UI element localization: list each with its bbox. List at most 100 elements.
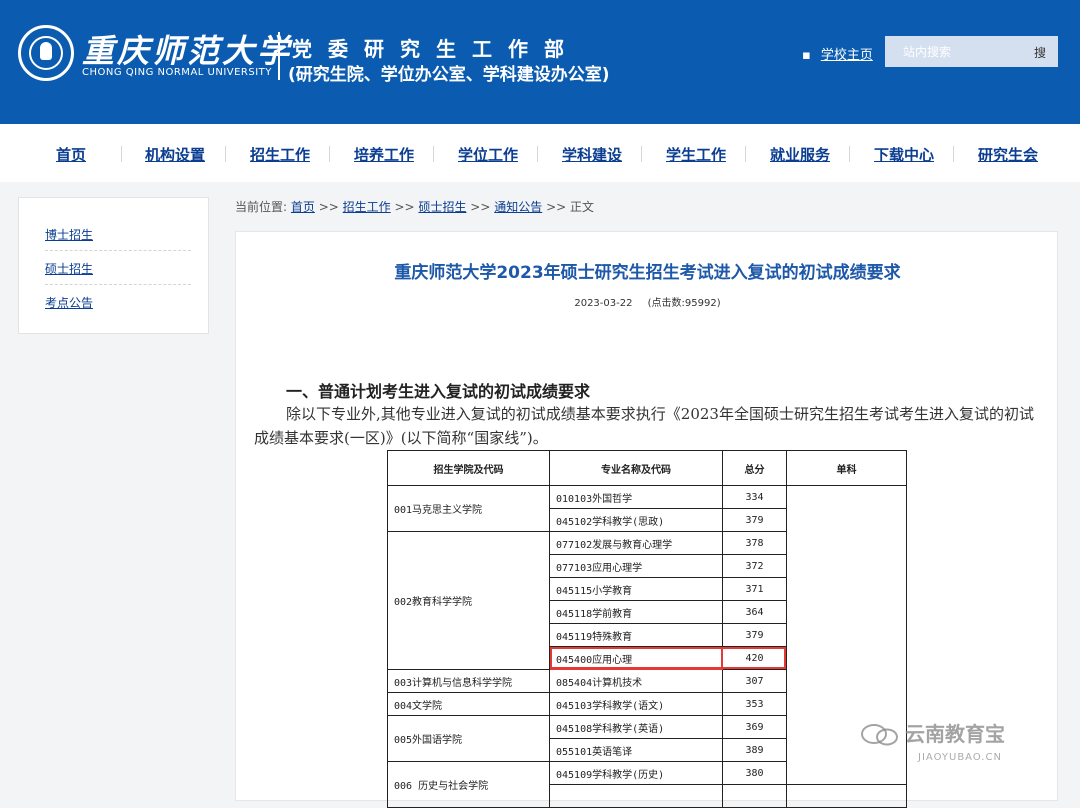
nav-discipline[interactable]: 学科建设 [562,144,622,165]
sidebar-item-exam-notices[interactable]: 考点公告 [45,294,93,311]
college-cell: 005外国语学院 [387,715,550,762]
total-score-cell: 379 [722,623,787,647]
nav-divider [849,146,850,162]
sidebar-item-masters[interactable]: 硕士招生 [45,260,93,277]
nav-divider [433,146,434,162]
column-header-college: 招生学院及代码 [387,450,550,486]
article-title: 重庆师范大学2023年硕士研究生招生考试进入复试的初试成绩要求 [394,263,901,283]
total-score-cell [722,784,787,808]
nav-home[interactable]: 首页 [56,144,86,165]
total-score-cell: 380 [722,761,787,785]
breadcrumb-link[interactable]: 通知公告 [494,200,542,214]
nav-divider [641,146,642,162]
breadcrumb-current: 正文 [570,200,595,214]
nav-downloads[interactable]: 下载中心 [874,144,934,165]
watermark-text: 云南教育宝 [905,722,1005,746]
bullet-icon: ▪ [802,48,811,63]
nav-degree[interactable]: 学位工作 [458,144,518,165]
column-header-major: 专业名称及代码 [549,450,723,486]
nav-employment[interactable]: 就业服务 [770,144,830,165]
college-cell: 006 历史与社会学院 [387,761,550,808]
logo-divider [278,32,280,80]
college-cell: 004文学院 [387,692,550,716]
total-score-cell: 378 [722,531,787,555]
nav-student-union[interactable]: 研究生会 [978,144,1038,165]
major-cell: 045109学科教学(历史) [549,761,723,785]
breadcrumb-link[interactable]: 硕士招生 [418,200,466,214]
total-score-cell: 379 [722,508,787,532]
university-name-en: CHONG QING NORMAL UNIVERSITY [82,67,272,78]
column-header-single: 单科 [786,450,907,486]
table-row: 001马克思主义学院 010103外国哲学 334 [387,485,907,785]
search-button[interactable]: 搜 [1034,44,1046,61]
nav-organization[interactable]: 机构设置 [145,144,205,165]
breadcrumb-separator: >> [318,200,339,214]
column-header-total: 总分 [722,450,787,486]
nav-divider [537,146,538,162]
college-cell: 003计算机与信息科学学院 [387,669,550,693]
university-name-cn[interactable]: 重庆师范大学 [82,26,292,72]
college-cell: 002教育科学学院 [387,531,550,670]
breadcrumb-separator: >> [546,200,567,214]
sidebar-divider [45,250,191,251]
breadcrumb-prefix: 当前位置: [235,200,288,214]
nav-divider [225,146,226,162]
total-score-cell: 420 [722,646,787,670]
major-cell: 085404计算机技术 [549,669,723,693]
nav-students[interactable]: 学生工作 [666,144,726,165]
wechat-icon [861,724,898,746]
department-name: 党委研究生工作部 [292,37,580,61]
major-cell: 010103外国哲学 [549,485,723,509]
score-requirements-table: 招生学院及代码 专业名称及代码 总分 单科 001马克思主义学院 010103外… [387,450,907,808]
school-homepage-label: 学校主页 [820,48,873,63]
sidebar: 博士招生 硕士招生 考点公告 [18,197,209,334]
total-score-cell: 307 [722,669,787,693]
total-score-cell: 371 [722,577,787,601]
major-cell: 045118学前教育 [549,600,723,624]
section-heading: 一、普通计划考生进入复试的初试成绩要求 [286,382,591,401]
watermark-domain: JIAOYUBAO.CN [918,752,1002,763]
major-cell: 077102发展与教育心理学 [549,531,723,555]
nav-divider [953,146,954,162]
total-score-cell: 372 [722,554,787,578]
single-subject-cell [786,784,907,808]
table-header-row: 招生学院及代码 专业名称及代码 总分 单科 [387,450,907,486]
nav-admissions[interactable]: 招生工作 [250,144,310,165]
breadcrumb-separator: >> [470,200,491,214]
total-score-cell: 389 [722,738,787,762]
article-click-count: (点击数:95992) [647,298,721,309]
nav-divider [121,146,122,162]
article-meta: 2023-03-22 (点击数:95992) [236,294,1059,309]
major-cell: 045108学科教学(英语) [549,715,723,739]
major-cell [549,784,723,808]
sidebar-item-phd[interactable]: 博士招生 [45,226,93,243]
total-score-cell: 364 [722,600,787,624]
breadcrumb-link[interactable]: 招生工作 [343,200,391,214]
department-subtitle: (研究生院、学位办公室、学科建设办公室) [288,65,610,85]
site-search: 搜 [885,36,1058,67]
major-cell: 045115小学教育 [549,577,723,601]
search-input[interactable] [885,36,1025,67]
breadcrumb-separator: >> [394,200,415,214]
school-homepage-link[interactable]: ▪ 学校主页 [802,44,873,63]
major-cell: 055101英语笔译 [549,738,723,762]
major-cell: 045119特殊教育 [549,623,723,647]
total-score-cell: 369 [722,715,787,739]
article-date: 2023-03-22 [574,298,633,309]
major-cell: 077103应用心理学 [549,554,723,578]
main-nav: 首页 机构设置 招生工作 培养工作 学位工作 学科建设 学生工作 就业服务 下载… [0,124,1080,182]
sidebar-divider [45,284,191,285]
site-header: 重庆师范大学 CHONG QING NORMAL UNIVERSITY 党委研究… [0,0,1080,124]
breadcrumb-link[interactable]: 首页 [291,200,315,214]
total-score-cell: 334 [722,485,787,509]
university-emblem-icon[interactable] [18,25,74,81]
major-cell: 045102学科教学(思政) [549,508,723,532]
nav-divider [329,146,330,162]
article-panel: 重庆师范大学2023年硕士研究生招生考试进入复试的初试成绩要求 2023-03-… [235,231,1059,808]
total-score-cell: 353 [722,692,787,716]
article-paragraph: 除以下专业外,其他专业进入复试的初试成绩基本要求执行《2023年全国硕士研究生招… [254,405,1034,447]
college-cell: 001马克思主义学院 [387,485,550,532]
nav-training[interactable]: 培养工作 [354,144,414,165]
nav-divider [745,146,746,162]
major-cell: 045400应用心理 [549,646,723,670]
